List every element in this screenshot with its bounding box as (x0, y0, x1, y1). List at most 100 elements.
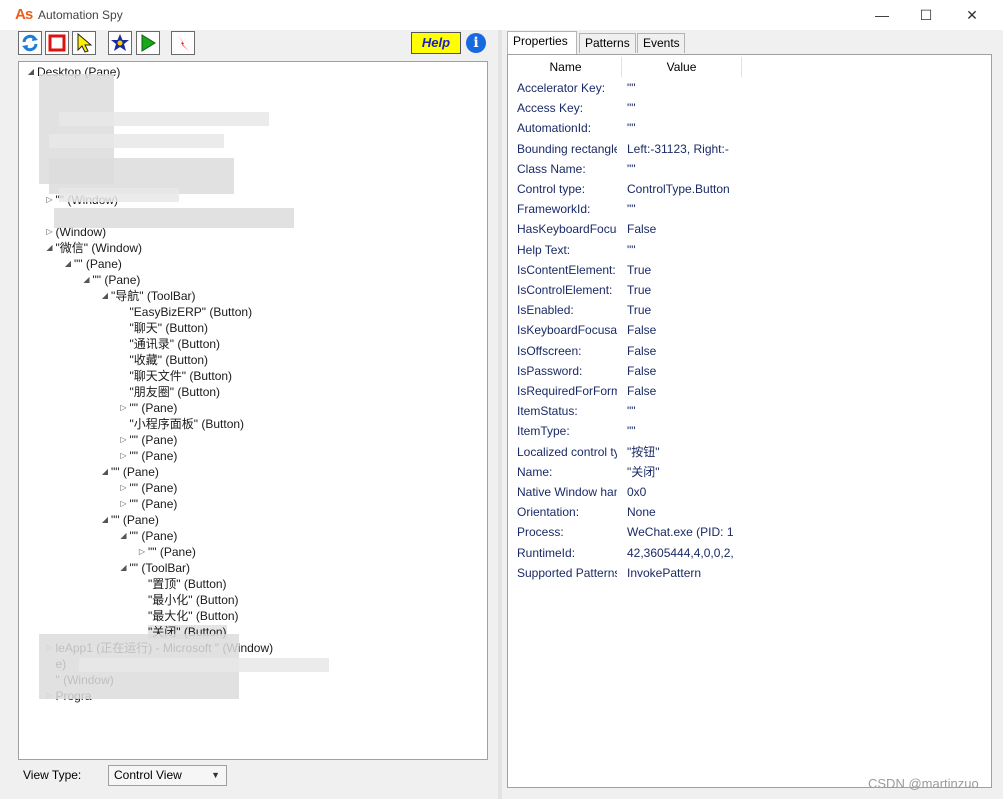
lightning-icon (178, 35, 189, 51)
maximize-button[interactable]: ☐ (903, 0, 949, 30)
column-header-name[interactable]: Name (510, 57, 622, 77)
tree-node[interactable]: "小程序面板" (Button) (118, 416, 245, 432)
tree-node[interactable]: ◢ "" (Pane) (99, 464, 159, 480)
property-name: Native Window handle: (517, 485, 617, 499)
flash-button[interactable] (171, 31, 195, 55)
tree-collapsed-icon[interactable]: ▷ (118, 448, 130, 464)
tree-node[interactable]: "聊天" (Button) (118, 320, 209, 336)
property-value: ControlType.Button (627, 182, 730, 196)
tree-node[interactable]: ▷ "" (Pane) (118, 480, 177, 496)
tree-node-label: "" (Pane) (129, 497, 178, 511)
tree-expanded-icon[interactable]: ◢ (99, 464, 111, 480)
redacted-region (59, 188, 179, 202)
view-type-select[interactable]: Control View ▼ (108, 765, 227, 786)
close-window-button[interactable]: ✕ (949, 0, 995, 30)
tree-collapsed-icon[interactable]: ▷ (136, 544, 148, 560)
tree-node[interactable]: ◢ "" (ToolBar) (118, 560, 191, 576)
property-name: IsEnabled: (517, 303, 574, 318)
property-name: Control type: (517, 182, 586, 196)
property-value: "按钮" (627, 444, 660, 459)
tree-expanded-icon[interactable]: ◢ (25, 64, 37, 80)
tree-node[interactable]: ▷ "" (Pane) (118, 432, 177, 448)
tree-node[interactable]: ▷ "" (Pane) (136, 544, 196, 560)
tree-node-label: "" (Pane) (129, 449, 178, 463)
view-type-label: View Type: (23, 768, 82, 782)
tree-node[interactable]: "收藏" (Button) (118, 352, 209, 368)
property-value: Left:-31123, Right:- (627, 141, 729, 156)
redacted-region (79, 658, 329, 672)
watermark: CSDN @martinzuo (868, 776, 979, 791)
tree-collapsed-icon[interactable]: ▷ (118, 432, 130, 448)
tree-expanded-icon[interactable]: ◢ (118, 528, 130, 544)
property-name: Access Key: (517, 101, 584, 116)
tree-expanded-icon[interactable]: ◢ (81, 272, 93, 288)
tree-node[interactable]: ▷ "" (Pane) (118, 496, 178, 512)
tree-expanded-icon[interactable]: ◢ (99, 288, 111, 304)
stop-button[interactable] (45, 31, 69, 55)
info-icon[interactable]: i (466, 33, 486, 53)
tree-node[interactable]: "EasyBizERP" (Button) (118, 304, 253, 320)
tree-node[interactable]: ◢ "微信" (Window) (44, 240, 142, 256)
properties-panel[interactable]: Name Value Accelerator Key: "" Access Key:… (507, 54, 992, 788)
tree-node[interactable]: "最大化" (Button) (136, 608, 239, 624)
tab-events[interactable]: Events (637, 33, 685, 53)
tree-expanded-icon[interactable]: ◢ (118, 560, 130, 576)
tree-node[interactable]: ◢ "" (Pane) (62, 256, 122, 272)
property-name: IsControlElement: (517, 283, 613, 297)
property-value: False (627, 343, 657, 358)
tree-node-label: "置顶" (Button) (148, 577, 227, 591)
element-tree[interactable]: ◢Desktop (Pane)▷"" (Window)▷(Window)◢"微信… (18, 61, 488, 760)
tree-node[interactable]: ◢ "" (Pane) (118, 528, 177, 544)
property-value: "" (627, 81, 636, 95)
property-value: InvokePattern (627, 565, 702, 580)
property-name: IsOffscreen: (517, 343, 582, 358)
property-name: IsKeyboardFocusable: (517, 323, 617, 338)
tree-node[interactable]: "聊天文件" (Button) (118, 368, 233, 384)
property-value: None (627, 505, 656, 520)
column-header-value[interactable]: Value (622, 57, 742, 77)
property-value: True (627, 283, 652, 297)
tree-node-label: "收藏" (Button) (129, 353, 209, 367)
tree-node[interactable]: "置顶" (Button) (136, 576, 227, 592)
panel-splitter[interactable] (498, 30, 502, 799)
tree-collapsed-icon[interactable]: ▷ (118, 496, 130, 512)
tree-collapsed-icon[interactable]: ▷ (118, 400, 130, 416)
tree-node[interactable]: ◢ "" (Pane) (81, 272, 140, 288)
tree-node-label: "" (ToolBar) (129, 561, 191, 575)
play-button[interactable] (136, 31, 160, 55)
tree-node[interactable]: "朋友圈" (Button) (118, 384, 221, 400)
tree-expanded-icon[interactable]: ◢ (99, 512, 111, 528)
refresh-icon (22, 34, 38, 52)
tree-expanded-icon[interactable]: ◢ (44, 240, 56, 256)
star-icon (111, 34, 129, 51)
tree-collapsed-icon[interactable]: ▷ (118, 480, 130, 496)
tab-patterns[interactable]: Patterns (579, 33, 636, 53)
tree-collapsed-icon[interactable]: ▷ (44, 192, 56, 208)
property-name: RuntimeId: (517, 545, 576, 560)
tree-node[interactable]: ◢ "" (Pane) (99, 512, 159, 528)
pointer-button[interactable] (72, 31, 96, 55)
property-name: AutomationId: (517, 121, 592, 136)
property-value: "" (627, 101, 636, 116)
property-name: Help Text: (517, 242, 571, 257)
tree-node[interactable]: "通讯录" (Button) (118, 336, 221, 352)
property-name: IsPassword: (517, 363, 583, 378)
tab-properties[interactable]: Properties (507, 31, 577, 54)
property-name: IsRequiredForForm: (517, 384, 617, 398)
help-button[interactable]: Help (411, 32, 461, 54)
property-value: True (627, 303, 652, 318)
refresh-button[interactable] (18, 31, 42, 55)
tree-node[interactable]: "最小化" (Button) (136, 592, 239, 608)
view-type-value: Control View (114, 768, 182, 782)
tree-node-label: "小程序面板" (Button) (129, 417, 245, 431)
tree-node[interactable]: ▷ "" (Pane) (118, 400, 177, 416)
tree-node[interactable]: ◢ "导航" (ToolBar) (99, 288, 196, 304)
property-name: Accelerator Key: (517, 81, 606, 95)
property-value: 42,3605444,4,0,0,2, (627, 545, 734, 560)
tree-node[interactable]: ▷ "" (Pane) (118, 448, 178, 464)
tree-expanded-icon[interactable]: ◢ (62, 256, 74, 272)
highlight-button[interactable] (108, 31, 132, 55)
minimize-button[interactable]: — (859, 0, 905, 30)
property-name: Process: (517, 525, 564, 540)
stop-icon (48, 34, 66, 52)
